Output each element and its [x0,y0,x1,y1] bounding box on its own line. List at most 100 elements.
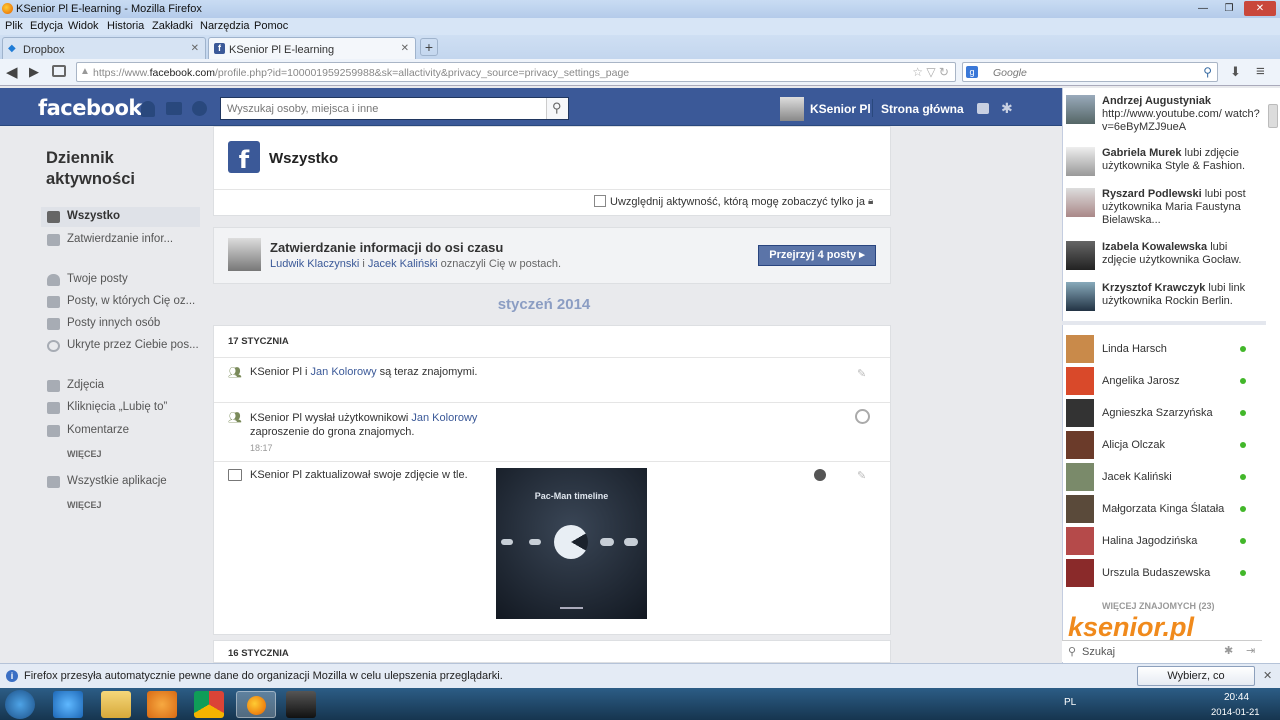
menu-history[interactable]: Historia [107,20,144,32]
notifications-globe-icon[interactable] [192,101,207,116]
person-link[interactable]: Jan Kolorowy [411,412,477,424]
edit-pencil-icon[interactable]: ✎ [857,469,866,482]
menu-file[interactable]: Plik [5,20,23,32]
sidebar-more-link[interactable]: WIĘCEJ [67,449,102,459]
sidebar-item-hidden[interactable]: Ukryte przez Ciebie pos... [41,336,200,356]
ticker-item[interactable]: Izabela Kowalewska lubi zdjęcie użytkown… [1066,241,1262,271]
start-button[interactable] [5,690,35,719]
chat-contact[interactable]: Agnieszka Szarzyńska [1066,399,1256,427]
tab-ksenior[interactable]: f KSenior Pl E-learning ✕ [208,37,416,59]
review-posts-button[interactable]: Przejrzyj 4 posty ▸ [758,245,876,266]
folder-icon[interactable] [101,691,131,718]
ticker-item[interactable]: Ryszard Podlewski lubi post użytkownika … [1066,188,1262,230]
menu-edit[interactable]: Edycja [30,20,63,32]
ticker-item[interactable]: Andrzej Augustyniak http://www.youtube.co… [1066,95,1262,135]
avatar [1066,188,1095,217]
review-title: Zatwierdzanie informacji do osi czasu [270,240,504,255]
menu-view[interactable]: Widok [68,20,99,32]
person-link[interactable]: Jan Kolorowy [311,366,377,378]
web-search-input[interactable]: g Google ⚲ [962,62,1218,82]
settings-gear-icon[interactable]: ✱ [1001,100,1013,117]
menu-icon[interactable]: ≡ [1256,63,1265,80]
sidebar-more-link[interactable]: WIĘCEJ [67,500,102,510]
profile-link[interactable]: KSenior Pl [810,102,871,116]
cancel-request-icon[interactable] [855,409,870,424]
sidebar-item-apps[interactable]: Wszystkie aplikacje [41,472,200,492]
messages-icon[interactable] [166,102,182,115]
chat-search-bar[interactable]: ⚲ Szukaj ✱ ⇥ [1062,640,1262,662]
close-icon[interactable]: ✕ [1263,669,1272,682]
search-icon[interactable]: ⚲ [1203,65,1212,79]
maximize-button[interactable]: ❐ [1216,1,1242,16]
sidebar-item-others-posts[interactable]: Posty innych osób [41,314,200,334]
ticker-scrollbar[interactable] [1268,104,1278,128]
activity-text: KSenior Pl zaktualizował swoje zdjęcie w… [250,469,468,481]
minimize-button[interactable]: — [1190,1,1216,16]
sidebar-item-review[interactable]: Zatwierdzanie infor... 4 [41,230,231,250]
online-indicator [1240,570,1246,576]
close-tab-icon[interactable]: ✕ [401,43,409,54]
close-tab-icon[interactable]: ✕ [191,43,199,54]
chat-contact[interactable]: Halina Jagodzińska [1066,527,1256,555]
timestamp[interactable]: 18:17 [250,443,273,453]
menu-tools[interactable]: Narzędzia [200,20,250,32]
sidebar-item-all[interactable]: Wszystko [41,207,200,227]
menu-help[interactable]: Pomoc [254,20,288,32]
chat-contact[interactable]: Urszula Budaszewska [1066,559,1256,587]
public-globe-icon[interactable] [814,469,826,481]
popout-icon[interactable]: ⇥ [1246,644,1255,657]
chat-contact[interactable]: Jacek Kaliński [1066,463,1256,491]
tab-label: KSenior Pl E-learning [229,44,335,56]
new-tab-button[interactable]: + [420,38,438,56]
more-friends-link[interactable]: WIĘCEJ ZNAJOMYCH (23) [1102,601,1215,611]
facebook-logo[interactable]: facebook [38,96,142,120]
star-icon[interactable]: ☆ ▽ ↻ [912,65,949,79]
search-button[interactable]: ⚲ [546,98,568,119]
cover-photo-thumbnail[interactable]: Pac-Man timeline [496,468,647,619]
chat-contact[interactable]: Małgorzata Kinga Ślatała [1066,495,1256,523]
avatar [1066,367,1094,395]
edit-pencil-icon[interactable]: ✎ [857,367,866,380]
chat-contact[interactable]: Linda Harsch [1066,335,1256,363]
tab-dropbox[interactable]: ◆ Dropbox ✕ [2,37,206,59]
person-link[interactable]: Jacek Kaliński [368,258,438,270]
back-icon[interactable]: ◀ [6,63,18,81]
person-link[interactable]: Ludwik Klaczynski [270,258,359,270]
privacy-shortcuts-icon[interactable] [977,103,989,114]
address-bar[interactable]: ▲ https://www.facebook.com/profile.php?i… [76,62,956,82]
sidebar-item-likes[interactable]: Kliknięcia „Lubię to” [41,398,200,418]
chrome-icon[interactable] [194,691,224,718]
only-me-checkbox[interactable] [594,195,606,207]
home-link[interactable]: Strona główna [881,102,964,116]
friend-requests-icon[interactable] [141,101,155,117]
choose-sharing-button[interactable]: Wybierz, co udostępniać [1137,666,1255,700]
clock-date[interactable]: 2014-01-21 [1211,707,1260,718]
ticker-divider[interactable] [1062,321,1266,325]
sidebar-item-comments[interactable]: Komentarze [41,421,200,441]
download-arrow-icon[interactable]: ⬇ [1230,64,1241,80]
downloads-grid-icon[interactable] [52,65,66,77]
clock-time[interactable]: 20:44 [1224,692,1249,703]
internet-explorer-icon[interactable] [53,691,83,718]
page-title: Wszystko [269,150,339,167]
tab-strip: ◆ Dropbox ✕ f KSenior Pl E-learning ✕ + [0,35,1280,59]
activity-text: KSenior Pl wysłał użytkownikowi [250,412,412,424]
media-player-icon[interactable] [147,691,177,718]
settings-gear-icon[interactable]: ✱ [1224,644,1233,657]
ticker-item[interactable]: Krzysztof Krawczyk lubi link użytkownika… [1066,282,1262,312]
camtasia-icon[interactable] [286,691,316,718]
sidebar-item-tagged[interactable]: Posty, w których Cię oz... [41,292,200,312]
menu-bookmarks[interactable]: Zakładki [152,20,193,32]
close-window-button[interactable]: ✕ [1244,1,1276,16]
firefox-icon [247,696,266,715]
language-indicator[interactable]: PL [1064,697,1076,708]
ticker-item[interactable]: Gabriela Murek lubi zdjęcie użytkownika … [1066,147,1262,177]
avatar[interactable] [780,97,804,121]
chat-contact[interactable]: Angelika Jarosz [1066,367,1256,395]
forward-icon[interactable]: ▶ [29,64,39,80]
chat-contact[interactable]: Alicja Olczak [1066,431,1256,459]
facebook-search-input[interactable]: Wyszukaj osoby, miejsca i inne ⚲ [220,97,569,120]
sidebar-item-photos[interactable]: Zdjęcia [41,376,200,396]
sidebar-item-your-posts[interactable]: Twoje posty [41,270,200,290]
firefox-taskbar-button[interactable] [236,691,276,718]
